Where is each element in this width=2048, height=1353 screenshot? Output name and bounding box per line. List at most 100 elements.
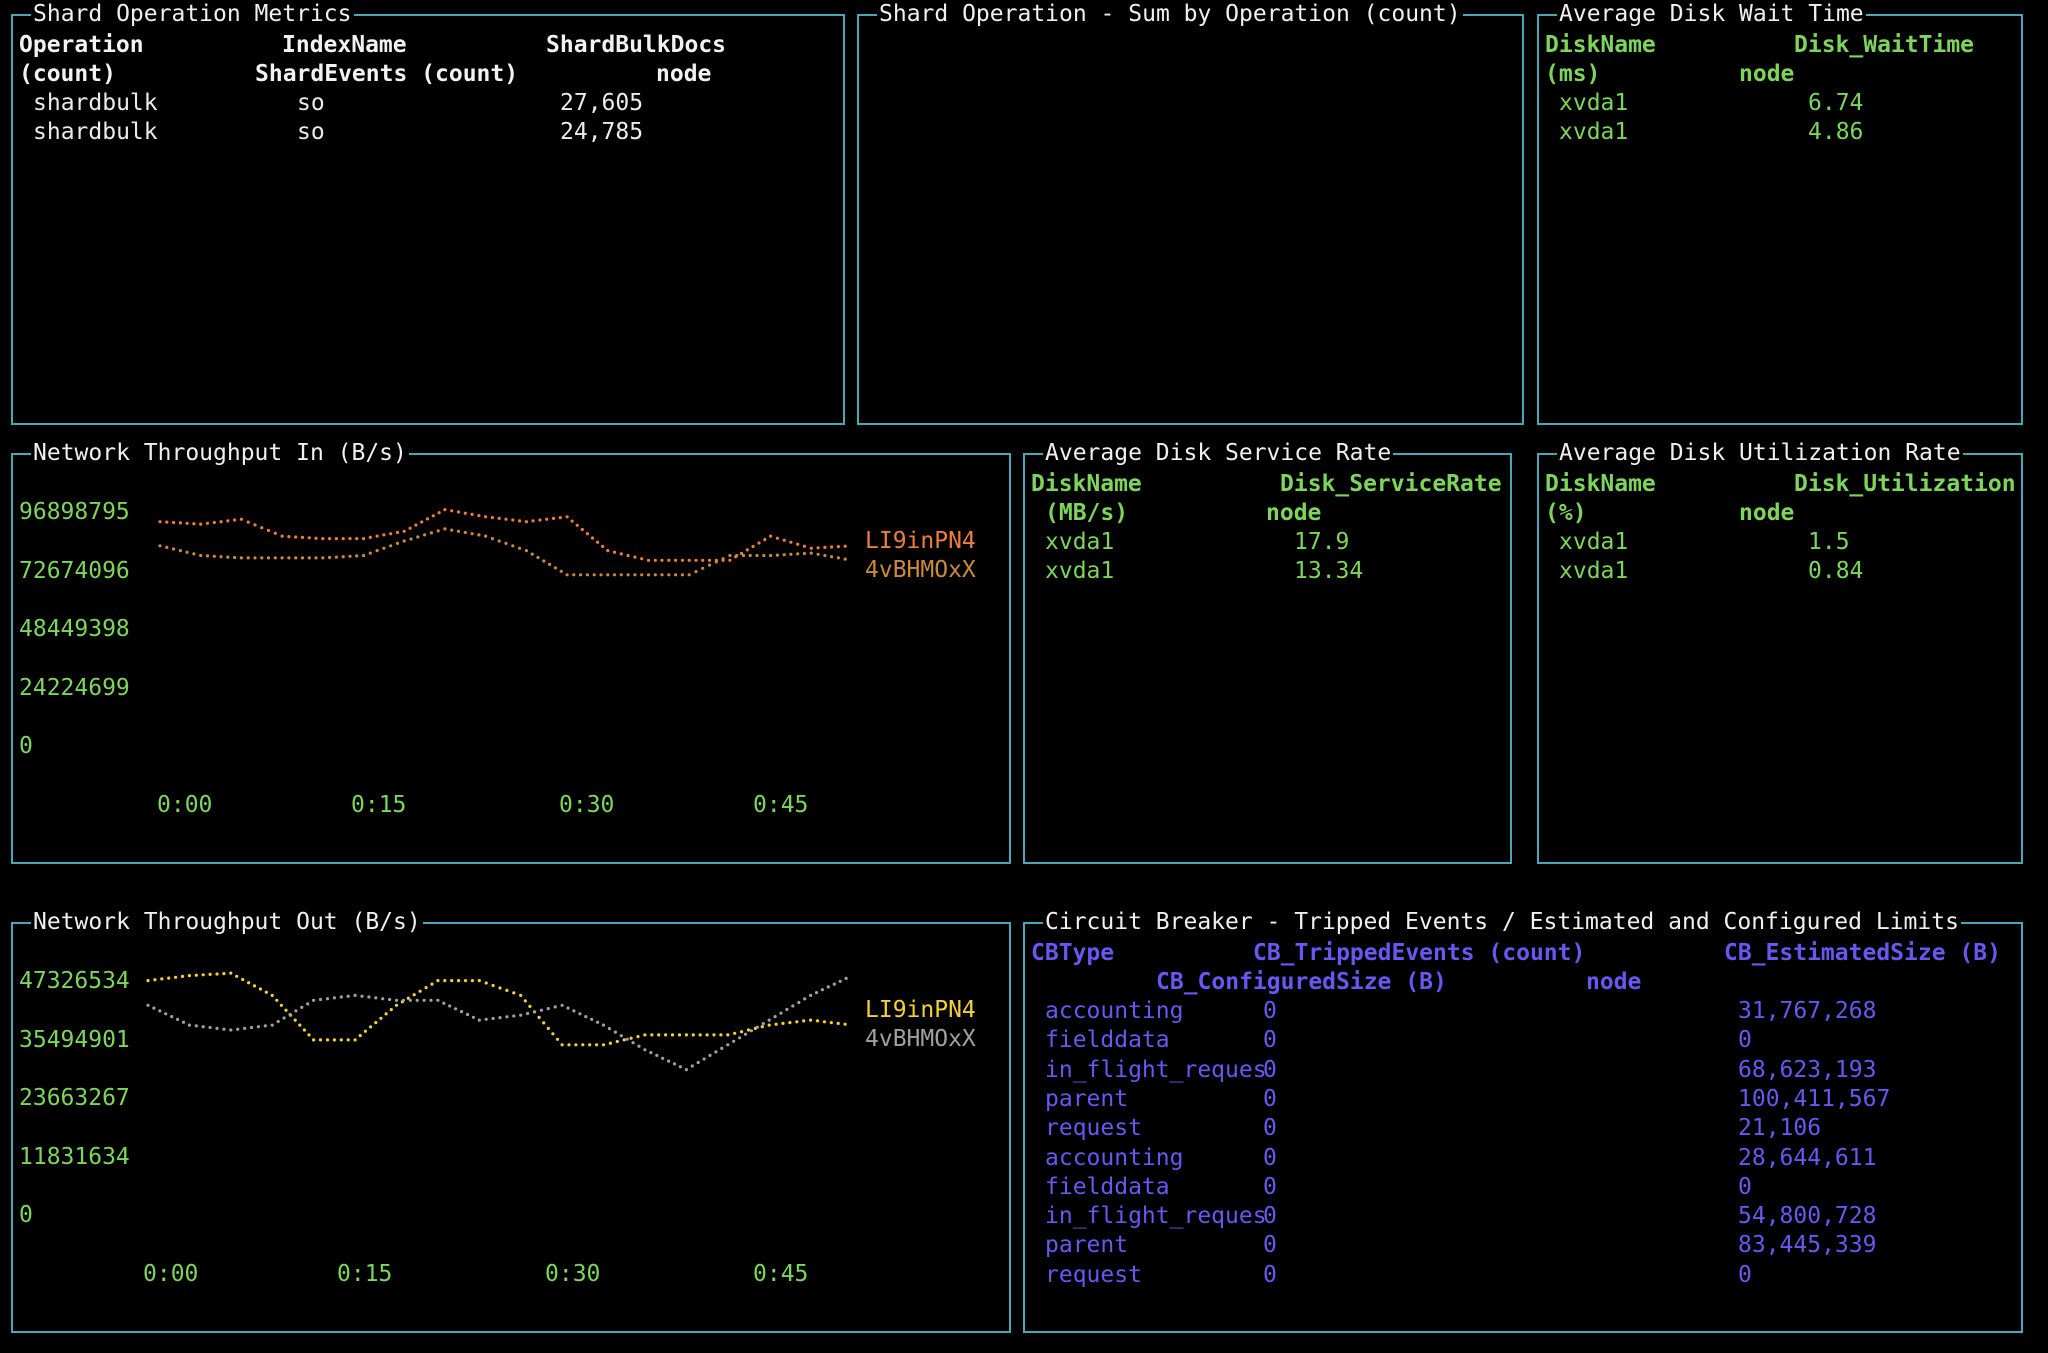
series-0-point bbox=[187, 974, 191, 978]
series-1-point bbox=[559, 569, 563, 573]
series-1-point bbox=[755, 1025, 759, 1029]
series-0-point bbox=[463, 511, 467, 515]
table-cell: 0 bbox=[1263, 1144, 1277, 1171]
series-1-point bbox=[796, 552, 800, 556]
series-0-point bbox=[680, 558, 685, 562]
series-0-point bbox=[341, 537, 345, 541]
series-1-point bbox=[491, 1016, 495, 1021]
series-0-point bbox=[332, 1038, 336, 1042]
series-0-point bbox=[253, 523, 257, 527]
series-1-point bbox=[684, 1068, 689, 1072]
series-0-point bbox=[369, 1025, 373, 1029]
series-0-point bbox=[619, 552, 623, 556]
shard-operation-metrics-panel: Shard Operation Metrics Operation IndexN… bbox=[11, 0, 845, 425]
series-1-point bbox=[560, 1003, 564, 1007]
y-tick-label: 72674096 bbox=[19, 558, 130, 584]
series-1-point bbox=[667, 1059, 671, 1063]
series-1-point bbox=[707, 563, 712, 567]
series-1-point bbox=[239, 556, 243, 560]
disk-utilization-panel: Average Disk Utilization Rate DiskName D… bbox=[1537, 439, 2023, 864]
series-0-point bbox=[355, 537, 359, 541]
series-1-point bbox=[735, 553, 739, 558]
series-0-point bbox=[650, 1033, 654, 1037]
series-0-point bbox=[361, 537, 366, 541]
series-0-point bbox=[653, 558, 657, 562]
series-1-point bbox=[215, 1026, 219, 1030]
series-0-point bbox=[443, 508, 447, 512]
series-0-point bbox=[691, 1033, 695, 1037]
table-cell: 1.5 bbox=[1808, 529, 1850, 555]
series-0-point bbox=[712, 1033, 716, 1037]
series-1-point bbox=[832, 982, 836, 986]
series-0-point bbox=[463, 979, 468, 983]
series-0-point bbox=[701, 558, 705, 562]
series-0-point bbox=[302, 1028, 306, 1032]
series-0-point bbox=[414, 523, 418, 527]
series-1-point bbox=[572, 573, 576, 577]
table-cell: xvda1 bbox=[1045, 529, 1115, 555]
series-0-point bbox=[646, 558, 651, 562]
series-0-point bbox=[505, 988, 509, 992]
series-0-point bbox=[585, 532, 589, 536]
series-0-point bbox=[542, 1021, 546, 1025]
series-1-point bbox=[164, 1012, 168, 1016]
series-1-point bbox=[484, 1017, 488, 1021]
series-1-point bbox=[773, 1015, 777, 1019]
table-cell: 0 bbox=[1263, 1203, 1277, 1230]
series-1-point bbox=[300, 556, 305, 560]
series-1-point bbox=[619, 1034, 623, 1038]
series-0-point bbox=[626, 553, 630, 558]
series-0-point bbox=[165, 520, 169, 524]
series-1-point bbox=[769, 553, 773, 558]
series-0-point bbox=[674, 558, 678, 562]
series-0-point bbox=[172, 520, 176, 525]
series-1-point bbox=[572, 1009, 576, 1013]
series-0-point bbox=[456, 510, 461, 514]
series-0-point bbox=[368, 535, 372, 539]
x-tick-label: 0:45 bbox=[753, 792, 809, 818]
series-0-point bbox=[629, 1036, 633, 1040]
series-0-point bbox=[353, 1038, 357, 1042]
series-1-point bbox=[348, 554, 352, 558]
table-cell: in_flight_reques bbox=[1045, 1056, 1267, 1083]
series-1-point bbox=[762, 553, 766, 558]
series-0-point bbox=[538, 518, 542, 522]
column-header: CB_EstimatedSize (B) bbox=[1724, 940, 2001, 966]
series-0-point bbox=[430, 982, 434, 986]
series-1-point bbox=[672, 1062, 677, 1066]
series-0-point bbox=[477, 979, 481, 983]
series-0-point bbox=[174, 975, 178, 979]
series-0-point bbox=[830, 545, 834, 549]
column-header: node bbox=[656, 61, 712, 87]
series-1-point bbox=[789, 552, 793, 556]
series-0-point bbox=[252, 984, 257, 988]
table-cell: 0 bbox=[1738, 1261, 1752, 1288]
series-0-point bbox=[318, 1038, 323, 1042]
series-1-point bbox=[584, 1015, 588, 1019]
table-cell: 0 bbox=[1738, 1173, 1752, 1200]
series-0-point bbox=[760, 1025, 764, 1029]
series-0-point bbox=[450, 979, 454, 983]
series-1-point bbox=[767, 1018, 771, 1022]
series-0-point bbox=[707, 558, 712, 562]
series-1-point bbox=[720, 1046, 724, 1050]
series-0-point bbox=[201, 973, 205, 977]
table-cell: 27,605 bbox=[560, 90, 644, 116]
series-0-point bbox=[588, 1043, 592, 1047]
y-tick-label: 11831634 bbox=[19, 1144, 130, 1170]
series-0-point bbox=[574, 1043, 578, 1047]
series-0-point bbox=[194, 973, 198, 977]
series-0-point bbox=[235, 974, 239, 978]
series-0-point bbox=[167, 976, 171, 980]
series-1-point bbox=[158, 544, 162, 548]
series-0-point bbox=[219, 520, 223, 524]
series-0-point bbox=[512, 991, 516, 995]
series-1-point bbox=[585, 573, 589, 577]
series-1-point bbox=[721, 557, 725, 561]
series-1-point bbox=[809, 551, 813, 555]
series-1-point bbox=[341, 555, 345, 559]
series-1-point bbox=[389, 544, 393, 548]
series-1-point bbox=[596, 1020, 600, 1024]
table-cell: request bbox=[1045, 1261, 1142, 1288]
series-0-point bbox=[596, 540, 600, 544]
